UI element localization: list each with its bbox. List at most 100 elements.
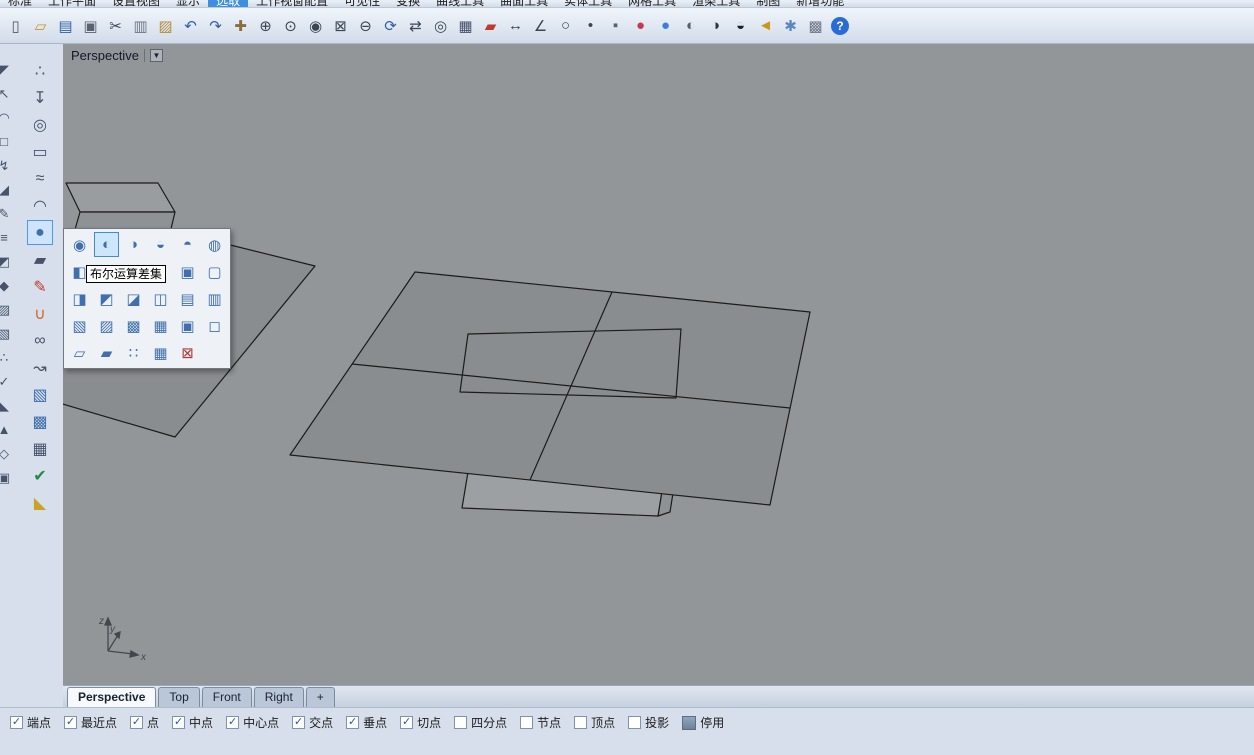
boolean-split-icon[interactable]: ◒ (148, 232, 173, 257)
boolean-intersection-icon[interactable]: ◑ (121, 232, 146, 257)
undo-icon[interactable]: ↶ (178, 14, 203, 38)
point-icon[interactable]: • (578, 14, 603, 38)
boolean-union-icon[interactable]: ◉ (67, 232, 92, 257)
rib-icon[interactable]: ▤ (175, 286, 200, 311)
delete-face-icon[interactable]: ⊠ (175, 340, 200, 365)
osnap-vertex[interactable]: 顶点 (574, 714, 615, 731)
curve-tool-icon[interactable]: ◠ (0, 107, 15, 128)
xray-display-icon[interactable]: ◑ (703, 14, 728, 38)
analyze-icon[interactable]: ▰ (478, 14, 503, 38)
new-file-icon[interactable]: ▯ (3, 14, 28, 38)
tab-perspective[interactable]: Perspective (67, 687, 156, 707)
osnap-point[interactable]: 点 (130, 714, 159, 731)
lock-icon[interactable]: ▪ (603, 14, 628, 38)
osnap-checkbox[interactable] (10, 716, 23, 729)
toolbar-tab-new-features[interactable]: 新增功能 (788, 0, 852, 8)
osnap-end[interactable]: 端点 (10, 714, 51, 731)
zoom-window-icon[interactable]: ⊙ (278, 14, 303, 38)
toolbar-tab-cplanes[interactable]: 工作平面 (40, 0, 104, 8)
tab-top[interactable]: Top (158, 687, 199, 707)
ghosted-display-icon[interactable]: ◐ (678, 14, 703, 38)
polysurface-icon[interactable]: ▩ (27, 409, 53, 434)
rendered-display-icon[interactable]: ◒ (728, 14, 753, 38)
extrude-to-point-icon[interactable]: ◪ (121, 286, 146, 311)
osnap-checkbox[interactable] (64, 716, 77, 729)
pan-view-icon[interactable]: ⇄ (403, 14, 428, 38)
cone-tool-icon[interactable]: ▲ (0, 419, 15, 440)
pan-hand-icon[interactable]: ✚ (228, 14, 253, 38)
gem-tool-icon[interactable]: ◇ (0, 443, 15, 464)
toolbar-tab-surface-tools[interactable]: 曲面工具 (492, 0, 556, 8)
osnap-center[interactable]: 中心点 (226, 714, 279, 731)
boolean-difference-icon[interactable]: ◐ (94, 232, 119, 257)
drop-line-icon[interactable]: ↧ (27, 85, 53, 110)
extrude-straight-icon[interactable]: ◨ (67, 286, 92, 311)
extrude-slab-icon[interactable]: ▰ (27, 247, 53, 272)
grid-table-icon[interactable]: ▩ (803, 14, 828, 38)
zoom-selected-icon[interactable]: ◉ (303, 14, 328, 38)
circle-center-icon[interactable]: ◎ (27, 112, 53, 137)
osnap-project[interactable]: 投影 (628, 714, 669, 731)
open-file-icon[interactable]: ▱ (28, 14, 53, 38)
move-edge-icon[interactable]: ▨ (94, 313, 119, 338)
toolbar-tab-standard[interactable]: 标准 (0, 0, 40, 8)
move-face-icon[interactable]: ▧ (67, 313, 92, 338)
save-file-icon[interactable]: ▤ (53, 14, 78, 38)
shaded-box-icon[interactable]: ◩ (0, 251, 15, 272)
osnap-checkbox[interactable] (400, 716, 413, 729)
zoom-extents-icon[interactable]: ⊠ (328, 14, 353, 38)
box-edit-icon[interactable]: ▰ (94, 340, 119, 365)
wedge-tool-icon[interactable]: ◣ (0, 395, 15, 416)
annotate-pencil-icon[interactable]: ✎ (0, 203, 15, 224)
osnap-near[interactable]: 最近点 (64, 714, 117, 731)
osnap-knot[interactable]: 节点 (520, 714, 561, 731)
extrude-along-curve-icon[interactable]: ◩ (94, 286, 119, 311)
osnap-checkbox[interactable] (346, 716, 359, 729)
shaded-display-icon[interactable]: ● (653, 14, 678, 38)
osnap-checkbox[interactable] (454, 716, 467, 729)
grid-array-icon[interactable]: ▦ (148, 340, 173, 365)
toolbar-tab-transform[interactable]: 变换 (388, 0, 428, 8)
point-cloud-icon[interactable]: ∴ (27, 58, 53, 83)
toolbar-tab-solid-tools[interactable]: 实体工具 (556, 0, 620, 8)
paste-icon[interactable]: ▨ (153, 14, 178, 38)
zoom-out-icon[interactable]: ⊖ (353, 14, 378, 38)
viewport-canvas[interactable]: z y x (63, 44, 1254, 685)
rectangle-plane-icon[interactable]: ▭ (27, 139, 53, 164)
cut-icon[interactable]: ✂ (103, 14, 128, 38)
viewport-title[interactable]: Perspective ▼ (71, 48, 163, 63)
osnap-checkbox[interactable] (226, 716, 239, 729)
boolean-two-objects-icon[interactable]: ◓ (175, 232, 200, 257)
zoom-dynamic-icon[interactable]: ⊕ (253, 14, 278, 38)
toolbar-tab-curve-tools[interactable]: 曲线工具 (428, 0, 492, 8)
tab-right[interactable]: Right (254, 687, 304, 707)
solid-tools-icon[interactable]: ● (27, 220, 53, 245)
arc-icon[interactable]: ◠ (27, 193, 53, 218)
hatch-tool-icon[interactable]: ▨ (0, 299, 15, 320)
disable-toggle-icon[interactable] (682, 716, 696, 730)
tab-add[interactable]: + (306, 687, 335, 707)
extract-face-icon[interactable]: ▣ (175, 313, 200, 338)
pipe-icon[interactable]: ▥ (202, 286, 227, 311)
angle-icon[interactable]: ∠ (528, 14, 553, 38)
osnap-mid[interactable]: 中点 (172, 714, 213, 731)
cap-planar-holes-icon[interactable]: ▢ (202, 259, 227, 284)
render-icon[interactable]: ● (628, 14, 653, 38)
left-box-top-face[interactable] (66, 183, 175, 212)
surface-patch-icon[interactable]: ▧ (0, 323, 15, 344)
wirecut-icon[interactable]: ◻ (202, 313, 227, 338)
dice-icon[interactable]: ∷ (121, 340, 146, 365)
triangle-tool-icon[interactable]: ◢ (0, 179, 15, 200)
surface-tools-icon[interactable]: ▧ (27, 382, 53, 407)
toolbar-tab-viewport-layout[interactable]: 工作视窗配置 (248, 0, 336, 8)
help-icon[interactable]: ? (831, 17, 849, 35)
layer-list-icon[interactable]: ≡ (0, 227, 15, 248)
print-icon[interactable]: ▣ (78, 14, 103, 38)
sketch-icon[interactable]: ✎ (27, 274, 53, 299)
extract-surface-icon[interactable]: ▣ (175, 259, 200, 284)
main-plane-object[interactable] (290, 272, 810, 505)
solid-points-icon[interactable]: ▱ (67, 340, 92, 365)
select-arrow-icon[interactable]: ◤ (0, 59, 15, 80)
zoom-target-icon[interactable]: ◎ (428, 14, 453, 38)
perspective-viewport[interactable]: z y x Perspective ▼ 布尔运算差集 ◉◐◑◒◓◍◧▣▢◨◩◪◫… (63, 44, 1254, 685)
